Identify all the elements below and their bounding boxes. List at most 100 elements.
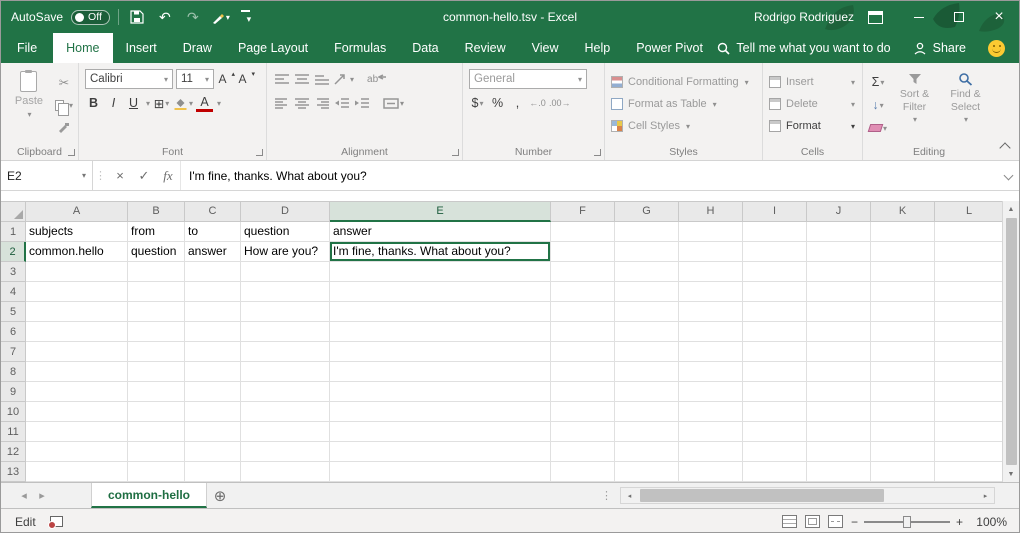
fill-button[interactable]: ↓▾ (869, 96, 887, 114)
zoom-in-button[interactable]: + (956, 515, 963, 529)
cell-D5[interactable] (241, 302, 330, 322)
row-header-3[interactable]: 3 (1, 262, 26, 282)
normal-view-button[interactable] (782, 515, 797, 528)
formula-input[interactable]: I'm fine, thanks. What about you? (181, 161, 997, 190)
select-all-corner[interactable] (1, 201, 26, 222)
cell-H13[interactable] (679, 462, 743, 482)
cell-I9[interactable] (743, 382, 807, 402)
column-header-A[interactable]: A (26, 201, 128, 222)
tab-formulas[interactable]: Formulas (321, 33, 399, 63)
cell-D9[interactable] (241, 382, 330, 402)
cell-J7[interactable] (807, 342, 871, 362)
cell-A11[interactable] (26, 422, 128, 442)
zoom-percentage[interactable]: 100% (971, 515, 1007, 529)
cell-K3[interactable] (871, 262, 935, 282)
cell-H1[interactable] (679, 222, 743, 242)
cell-I8[interactable] (743, 362, 807, 382)
copy-button[interactable]: ▾ (55, 96, 73, 114)
font-size-select[interactable]: 11▾ (176, 69, 214, 89)
splitter-dots-icon[interactable]: ⋮ (601, 483, 612, 508)
cell-L8[interactable] (935, 362, 1004, 382)
page-layout-view-button[interactable] (805, 515, 820, 528)
page-break-view-button[interactable] (828, 515, 843, 528)
cell-J13[interactable] (807, 462, 871, 482)
decrease-decimal-button[interactable]: .00→ (549, 94, 571, 112)
tab-home[interactable]: Home (53, 33, 112, 63)
underline-button[interactable]: U (125, 94, 142, 112)
increase-font-size-button[interactable]: A▴ (217, 70, 234, 88)
cell-F4[interactable] (551, 282, 615, 302)
vertical-scrollbar[interactable]: ▲ ▼ (1002, 201, 1019, 482)
cut-button[interactable]: ✂ (55, 73, 73, 91)
cell-C2[interactable]: answer (185, 242, 241, 262)
row-header-10[interactable]: 10 (1, 402, 26, 422)
cell-L3[interactable] (935, 262, 1004, 282)
cell-I4[interactable] (743, 282, 807, 302)
column-header-G[interactable]: G (615, 201, 679, 222)
cell-styles-button[interactable]: Cell Styles▾ (611, 118, 757, 134)
name-box[interactable]: E2 ▾ (1, 161, 93, 190)
cell-E1[interactable]: answer (330, 222, 551, 242)
column-header-B[interactable]: B (128, 201, 185, 222)
cell-L11[interactable] (935, 422, 1004, 442)
cell-G7[interactable] (615, 342, 679, 362)
column-header-F[interactable]: F (551, 201, 615, 222)
cell-F10[interactable] (551, 402, 615, 422)
cell-H6[interactable] (679, 322, 743, 342)
row-header-7[interactable]: 7 (1, 342, 26, 362)
cell-F12[interactable] (551, 442, 615, 462)
cell-G1[interactable] (615, 222, 679, 242)
expand-formula-bar-button[interactable] (997, 161, 1019, 190)
tab-help[interactable]: Help (572, 33, 624, 63)
format-painter-button[interactable] (55, 119, 73, 137)
cell-C6[interactable] (185, 322, 241, 342)
cell-A10[interactable] (26, 402, 128, 422)
enter-button[interactable]: ✓ (132, 168, 156, 184)
cell-K2[interactable] (871, 242, 935, 262)
cell-F11[interactable] (551, 422, 615, 442)
tab-draw[interactable]: Draw (170, 33, 225, 63)
sort-filter-button[interactable]: Sort & Filter ▾ (891, 67, 938, 141)
find-select-button[interactable]: Find & Select ▾ (942, 67, 989, 141)
column-header-H[interactable]: H (679, 201, 743, 222)
cell-E13[interactable] (330, 462, 551, 482)
row-header-9[interactable]: 9 (1, 382, 26, 402)
cell-A5[interactable] (26, 302, 128, 322)
cell-I13[interactable] (743, 462, 807, 482)
row-header-4[interactable]: 4 (1, 282, 26, 302)
cell-C1[interactable]: to (185, 222, 241, 242)
new-sheet-button[interactable]: ⊕ (207, 483, 233, 508)
insert-function-button[interactable]: fx (156, 168, 180, 184)
zoom-slider[interactable] (864, 521, 950, 523)
cell-G9[interactable] (615, 382, 679, 402)
cell-I7[interactable] (743, 342, 807, 362)
cell-J1[interactable] (807, 222, 871, 242)
pen-mode-button[interactable]: ▾ (211, 5, 231, 29)
increase-decimal-button[interactable]: ←.0 (529, 94, 546, 112)
fill-color-button[interactable]: ▾ (173, 94, 193, 112)
macro-record-icon[interactable] (50, 516, 63, 527)
cell-E11[interactable] (330, 422, 551, 442)
cell-I5[interactable] (743, 302, 807, 322)
chevron-down-icon[interactable]: ▾ (217, 99, 221, 108)
cell-G8[interactable] (615, 362, 679, 382)
cell-H7[interactable] (679, 342, 743, 362)
cell-C7[interactable] (185, 342, 241, 362)
feedback-smiley-icon[interactable] (988, 40, 1005, 57)
top-align-button[interactable] (273, 70, 290, 88)
cell-E10[interactable] (330, 402, 551, 422)
horizontal-scrollbar[interactable]: ◂ ▸ (620, 487, 995, 504)
column-header-I[interactable]: I (743, 201, 807, 222)
cell-D12[interactable] (241, 442, 330, 462)
format-as-table-button[interactable]: Format as Table▾ (611, 96, 757, 112)
cell-C3[interactable] (185, 262, 241, 282)
cell-H3[interactable] (679, 262, 743, 282)
cell-E2[interactable]: I'm fine, thanks. What about you? (330, 242, 551, 262)
cell-B11[interactable] (128, 422, 185, 442)
row-header-5[interactable]: 5 (1, 302, 26, 322)
cell-I11[interactable] (743, 422, 807, 442)
cell-G6[interactable] (615, 322, 679, 342)
cell-I10[interactable] (743, 402, 807, 422)
conditional-formatting-button[interactable]: Conditional Formatting▾ (611, 74, 757, 90)
cell-J5[interactable] (807, 302, 871, 322)
